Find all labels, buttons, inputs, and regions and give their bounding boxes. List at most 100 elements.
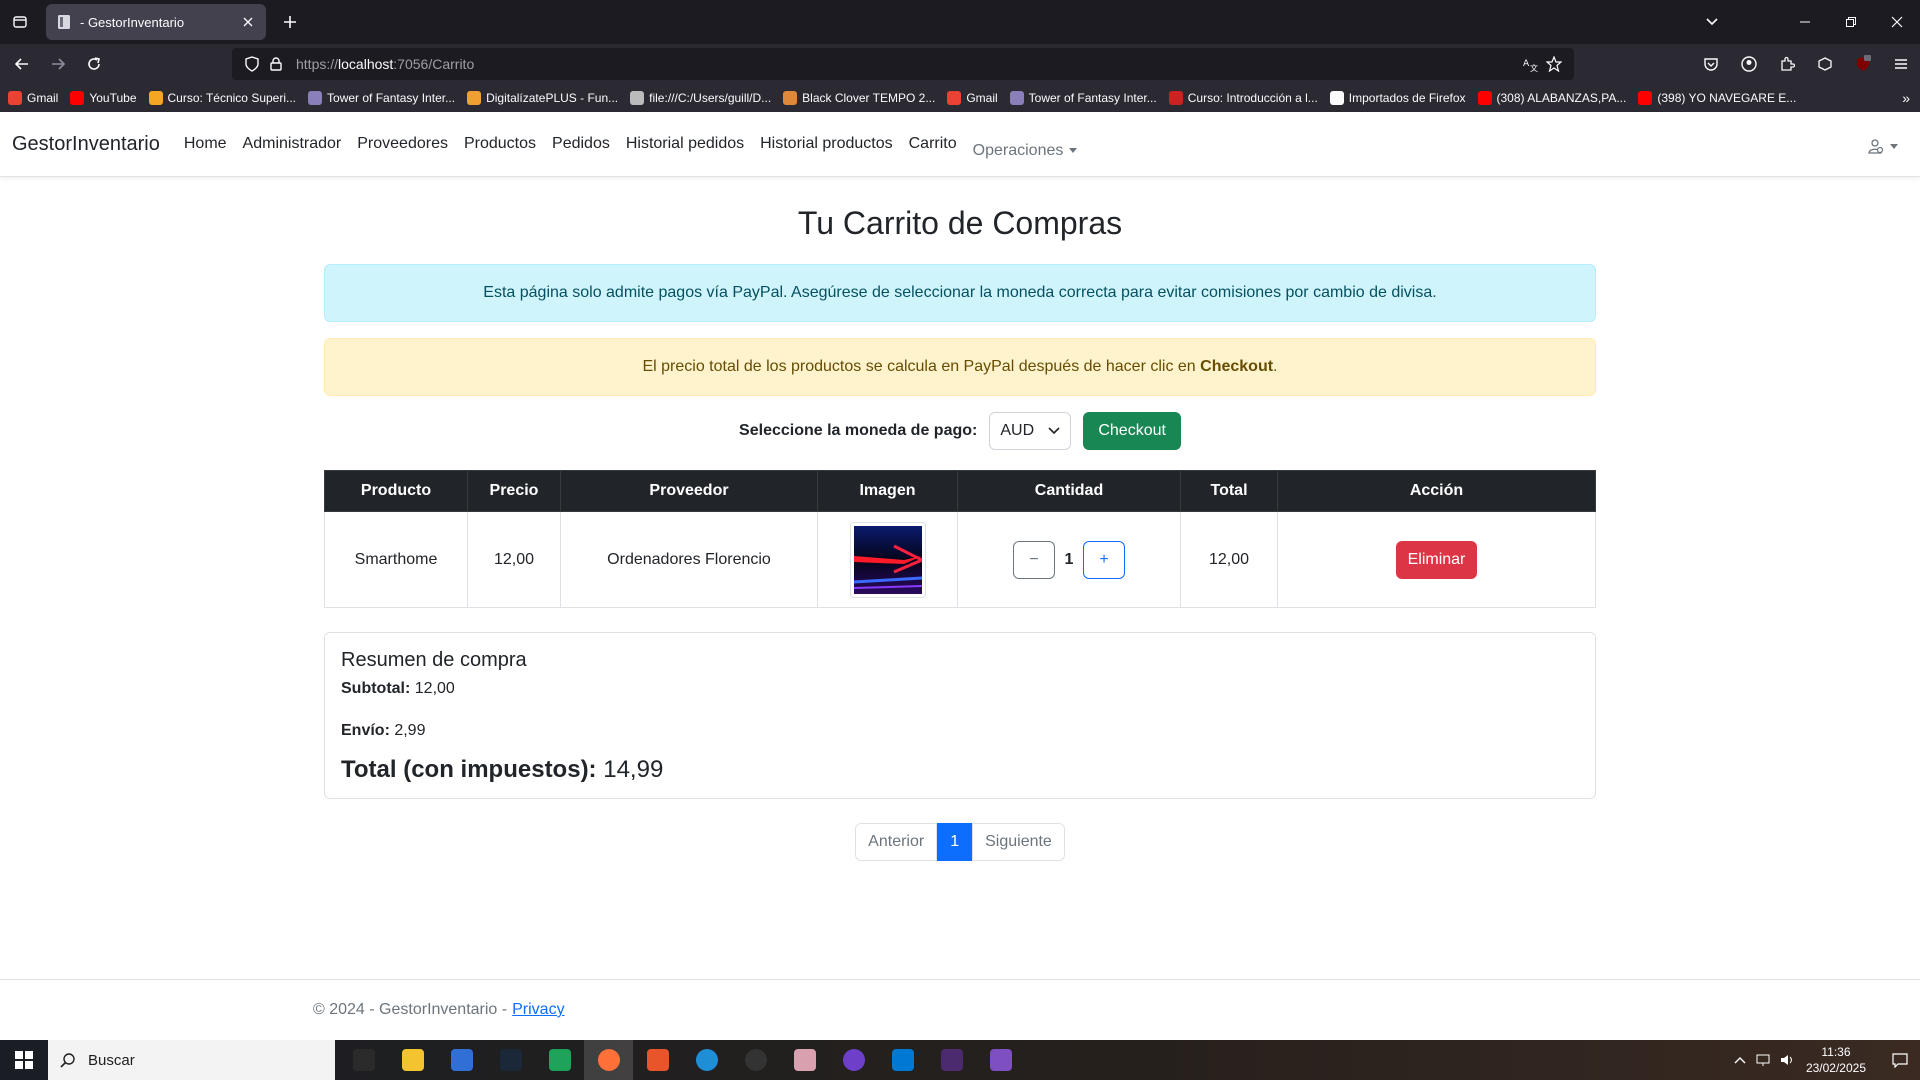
more-bookmarks-icon[interactable]: » (1902, 90, 1910, 106)
nav-home[interactable]: Home (184, 135, 227, 153)
account-icon[interactable] (1730, 48, 1768, 80)
menu-icon[interactable] (1882, 48, 1920, 80)
cell-cantidad: − 1 + (957, 511, 1181, 608)
edge-icon[interactable] (682, 1040, 731, 1080)
address-bar[interactable]: https://localhost:7056/Carrito A文 (232, 48, 1574, 80)
bookmarks-bar: Gmail YouTube Curso: Técnico Superi... Towe… (0, 84, 1920, 112)
bookmark-item[interactable]: Black Clover TEMPO 2... (783, 91, 935, 105)
lock-icon[interactable] (264, 52, 288, 76)
taskbar-search[interactable]: Buscar (48, 1040, 335, 1080)
app-green-icon[interactable] (535, 1040, 584, 1080)
bookmark-item[interactable]: Tower of Fantasy Inter... (308, 91, 455, 105)
bookmark-item[interactable]: file:///C:/Users/guill/D... (630, 91, 771, 105)
decrease-quantity-button[interactable]: − (1013, 540, 1055, 579)
notifications-icon[interactable] (1880, 1052, 1920, 1068)
caret-down-icon (1069, 148, 1078, 154)
bookmark-item[interactable]: YouTube (70, 91, 137, 105)
svg-text:文: 文 (1530, 63, 1538, 72)
github-icon[interactable] (829, 1040, 878, 1080)
back-icon[interactable] (4, 48, 40, 80)
chevron-up-icon[interactable] (1728, 1056, 1752, 1064)
container-icon[interactable] (1806, 48, 1844, 80)
steam-icon[interactable] (486, 1040, 535, 1080)
tracking-protection-icon[interactable] (240, 52, 264, 76)
nav-pedidos[interactable]: Pedidos (552, 135, 610, 153)
bookmark-item[interactable]: Tower of Fantasy Inter... (1009, 91, 1157, 105)
operaciones-label: Operaciones (972, 142, 1064, 159)
bookmark-item[interactable]: Importados de Firefox (1329, 91, 1466, 105)
visual-studio-icon[interactable] (976, 1040, 1025, 1080)
quantity-stepper: − 1 + (958, 540, 1180, 579)
brand-link[interactable]: GestorInventario (12, 133, 160, 156)
file-explorer-icon[interactable] (388, 1040, 437, 1080)
quantity-value: 1 (1064, 550, 1074, 568)
total-line: Total (con impuestos): 14,99 (341, 756, 664, 783)
reload-icon[interactable] (76, 48, 112, 80)
bookmark-label: Gmail (27, 91, 59, 105)
nav-proveedores[interactable]: Proveedores (357, 135, 448, 153)
cell-imagen (817, 511, 958, 608)
nav-productos[interactable]: Productos (464, 135, 536, 153)
nav-historial-productos[interactable]: Historial productos (760, 135, 893, 153)
network-icon[interactable] (1752, 1053, 1776, 1067)
obs-icon[interactable] (731, 1040, 780, 1080)
vscode-icon[interactable] (878, 1040, 927, 1080)
new-tab-button[interactable] (272, 4, 308, 40)
bookmark-label: Curso: Introducción a l... (1187, 91, 1318, 105)
bookmark-item[interactable]: DigitalízatePLUS - Fun... (467, 91, 618, 105)
nav-historial-pedidos[interactable]: Historial pedidos (626, 135, 744, 153)
volume-icon[interactable] (1776, 1053, 1800, 1067)
extensions-icon[interactable] (1768, 48, 1806, 80)
browser-tab-active[interactable]: - GestorInventario (46, 4, 266, 40)
pagination-page-1[interactable]: 1 (937, 823, 973, 861)
anime-app-icon[interactable] (780, 1040, 829, 1080)
pagination: Anterior 1 Siguiente (324, 823, 1596, 861)
bookmark-label: (398) YO NAVEGARE E... (1657, 91, 1797, 105)
bookmark-star-icon[interactable] (1542, 52, 1566, 76)
checkout-button[interactable]: Checkout (1083, 412, 1181, 450)
user-menu-dropdown[interactable] (1868, 138, 1898, 154)
nav-operaciones-dropdown[interactable]: Operaciones (973, 142, 1078, 160)
info-alert-text: Esta página solo admite pagos vía PayPal… (483, 284, 1437, 301)
pagination-prev[interactable]: Anterior (855, 823, 938, 861)
pocket-icon[interactable] (1692, 48, 1730, 80)
nav-carrito[interactable]: Carrito (909, 135, 957, 153)
bookmark-item[interactable]: Curso: Técnico Superi... (148, 91, 296, 105)
windows-start-icon[interactable] (0, 1040, 48, 1080)
caret-down-icon (1890, 143, 1898, 149)
cell-producto: Smarthome (324, 511, 468, 608)
currency-value: AUD (1000, 422, 1035, 439)
store-icon[interactable] (437, 1040, 486, 1080)
nav-administrador[interactable]: Administrador (243, 135, 342, 153)
bookmark-label: Importados de Firefox (1348, 91, 1466, 105)
close-tab-icon[interactable] (240, 14, 256, 30)
bookmark-item[interactable]: (398) YO NAVEGARE E... (1638, 91, 1796, 105)
ublock-icon[interactable] (1844, 48, 1882, 80)
privacy-link[interactable]: Privacy (512, 1001, 564, 1019)
close-window-icon[interactable] (1874, 0, 1920, 44)
bookmark-favicon-icon (783, 91, 798, 105)
currency-select[interactable]: AUD (989, 412, 1072, 450)
dts-icon[interactable] (633, 1040, 682, 1080)
firefox-icon[interactable] (584, 1040, 633, 1080)
translate-icon[interactable]: A文 (1518, 52, 1542, 76)
user-icon (1868, 139, 1884, 154)
bookmark-item[interactable]: Gmail (947, 91, 998, 105)
increase-quantity-button[interactable]: + (1083, 540, 1125, 579)
task-view-icon[interactable] (339, 1040, 388, 1080)
system-tray: 11:36 23/02/2025 (1728, 1040, 1920, 1080)
list-all-tabs-icon[interactable] (1692, 0, 1732, 44)
col-producto: Producto (324, 470, 468, 512)
tab-list-icon[interactable] (0, 0, 40, 44)
restore-icon[interactable] (1828, 0, 1874, 44)
clock[interactable]: 11:36 23/02/2025 (1806, 1044, 1866, 1076)
pagination-next[interactable]: Siguiente (972, 823, 1065, 861)
bookmark-item[interactable]: (308) ALABANZAS,PA... (1477, 91, 1626, 105)
minimize-icon[interactable] (1782, 0, 1828, 44)
cell-total: 12,00 (1180, 511, 1278, 608)
terminal-icon[interactable] (927, 1040, 976, 1080)
forward-icon[interactable] (40, 48, 76, 80)
bookmark-item[interactable]: Curso: Introducción a l... (1168, 91, 1318, 105)
bookmark-item[interactable]: Gmail (8, 91, 58, 105)
eliminar-button[interactable]: Eliminar (1395, 540, 1478, 579)
